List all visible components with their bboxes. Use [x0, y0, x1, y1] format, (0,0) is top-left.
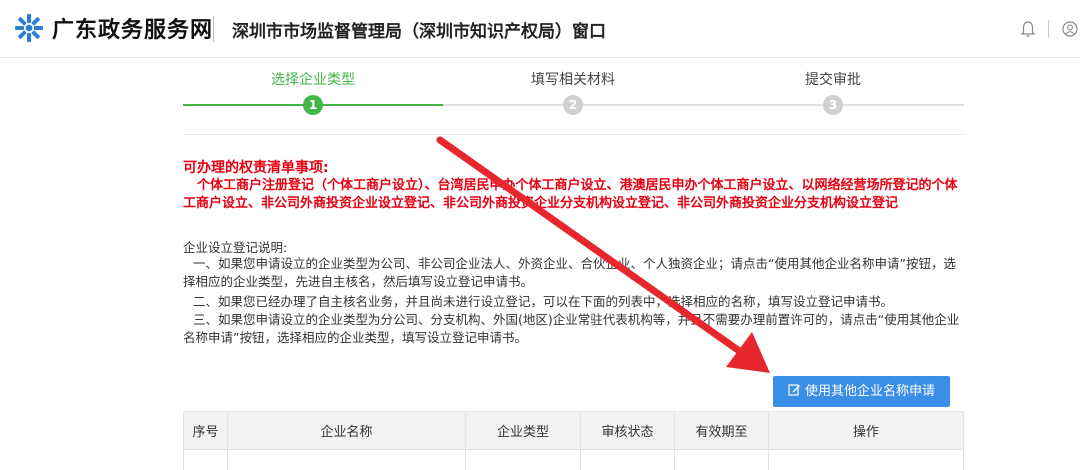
top-bar: 广东政务服务网 深圳市市场监督管理局（深圳市知识产权局）窗口 — [0, 0, 1080, 58]
use-other-name-label: 使用其他企业名称申请 — [804, 384, 935, 399]
notice-body: 个体工商户注册登记（个体工商户设立）、台湾居民申办个体工商户设立、港澳居民申办个… — [183, 178, 958, 211]
col-review-status: 审核状态 — [580, 411, 675, 450]
instruction-item-3: 三、如果您申请设立的企业类型为分公司、分支机构、外国(地区)企业常驻代表机构等，… — [183, 312, 960, 345]
table-row — [183, 449, 964, 470]
step-3-circle: 3 — [823, 95, 843, 115]
step-3-label: 提交审批 — [805, 72, 861, 88]
user-icon[interactable] — [1062, 20, 1078, 38]
instruction-item-2: 二、如果您已经办理了自主核名业务，并且尚未进行设立登记，可以在下面的列表中，选择… — [193, 294, 894, 309]
notice-title: 可办理的权责清单事项: — [183, 160, 329, 176]
name-list-table: 序号 企业名称 企业类型 审核状态 有效期至 操作 — [183, 411, 964, 470]
step-2-label: 填写相关材料 — [531, 72, 615, 88]
step-1-label: 选择企业类型 — [271, 72, 355, 88]
toolbar-divider — [1048, 20, 1049, 38]
col-index: 序号 — [183, 411, 228, 450]
col-actions: 操作 — [768, 411, 964, 450]
section-divider — [183, 134, 964, 135]
step-2-circle: 2 — [563, 95, 583, 115]
col-valid-until: 有效期至 — [674, 411, 769, 450]
instructions-title: 企业设立登记说明: — [183, 240, 288, 255]
col-enterprise-name: 企业名称 — [227, 411, 466, 450]
instruction-item-1: 一、如果您申请设立的企业类型为公司、非公司企业法人、外资企业、合伙企业、个人独资… — [183, 256, 956, 289]
site-brand[interactable]: 广东政务服务网 — [52, 12, 213, 44]
col-enterprise-type: 企业类型 — [465, 411, 581, 450]
department-title: 深圳市市场监督管理局（深圳市知识产权局）窗口 — [232, 22, 606, 42]
use-other-name-button[interactable]: 使用其他企业名称申请 — [773, 376, 950, 407]
header-divider — [213, 16, 214, 42]
step-1-circle: 1 — [303, 95, 323, 115]
bell-icon[interactable] — [1020, 20, 1036, 38]
logo-icon — [15, 14, 43, 42]
edit-icon — [788, 384, 800, 396]
step-remaining-line — [443, 104, 964, 106]
